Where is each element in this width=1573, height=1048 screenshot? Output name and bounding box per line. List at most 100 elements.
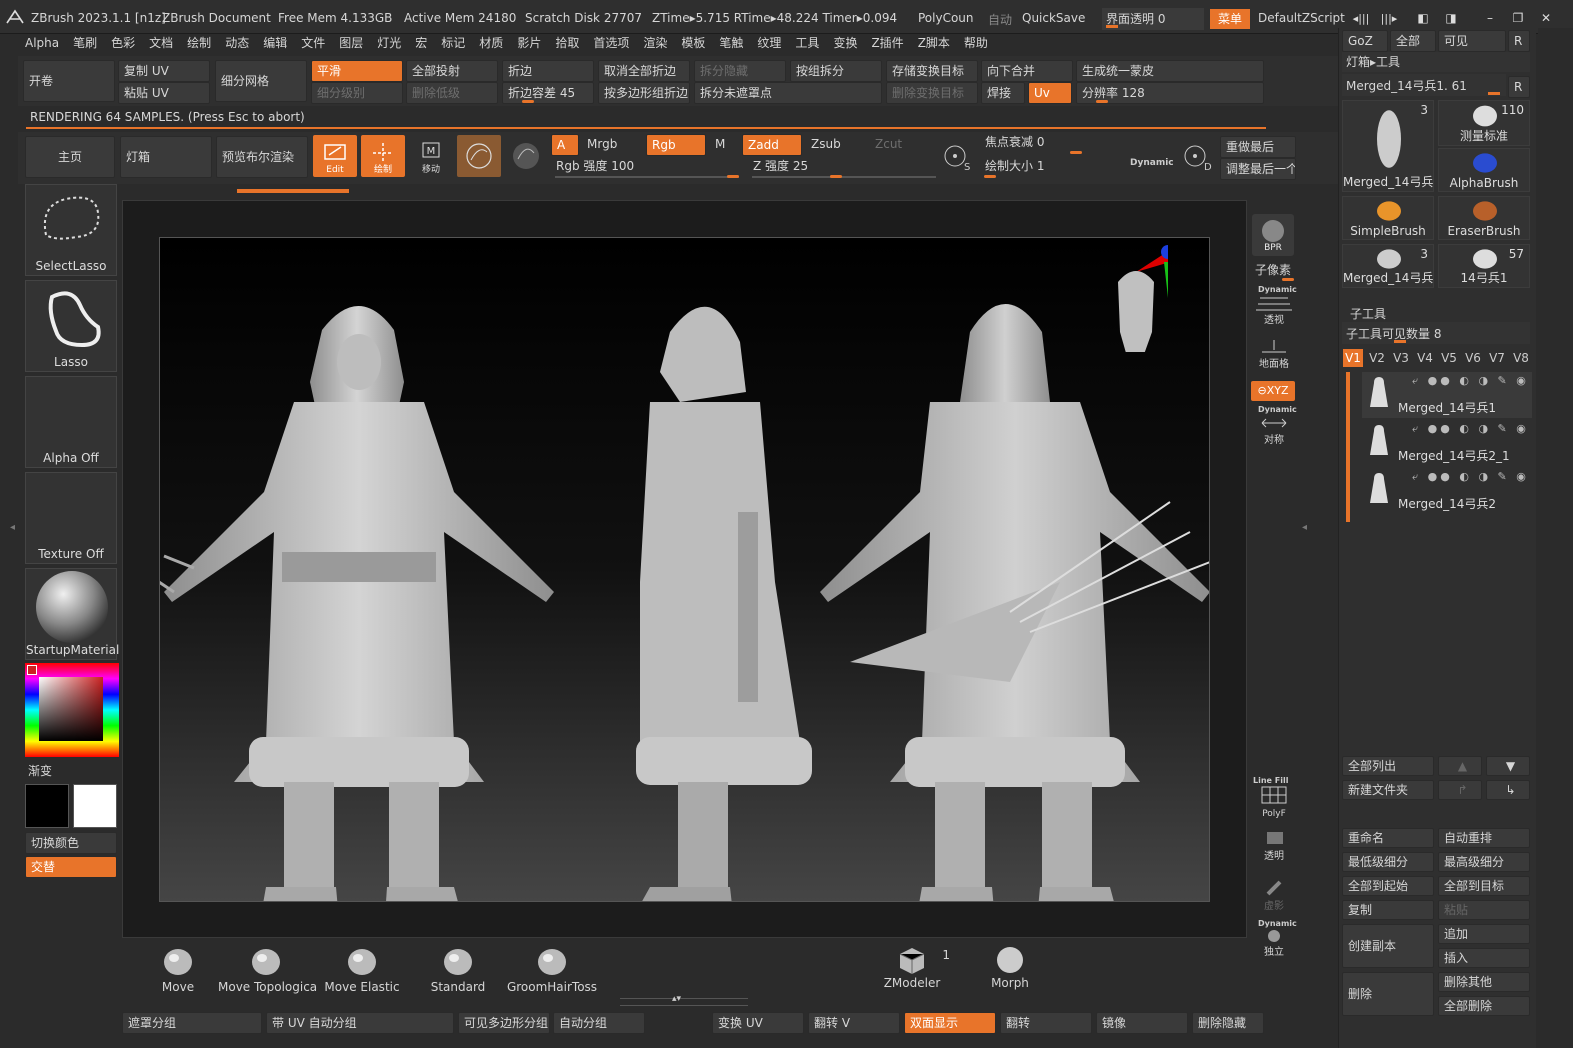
quicksave-button[interactable]: QuickSave <box>1022 11 1085 25</box>
subtool-row[interactable]: ⤶ ●● ◐ ◑ ✎ ◉ Merged_14弓兵1 <box>1362 372 1532 418</box>
solo-button[interactable]: 独立 <box>1254 928 1294 958</box>
bottom-brush-1[interactable]: Move Topologica <box>218 944 317 994</box>
paste-uv-button[interactable]: 粘贴 UV <box>118 82 210 104</box>
zadd-toggle[interactable]: Zadd <box>742 134 802 156</box>
draw-mode-button[interactable]: 绘制 <box>361 135 405 177</box>
subtool-version-tab[interactable]: V5 <box>1439 349 1459 367</box>
symmetry-button[interactable]: 对称 <box>1254 414 1294 446</box>
menu-item[interactable]: 图层 <box>332 32 370 54</box>
navigation-head-gizmo[interactable] <box>1108 242 1168 352</box>
a-toggle[interactable]: A <box>551 134 579 156</box>
move-up-button[interactable]: ▲ <box>1438 756 1482 776</box>
delete-hidden-button[interactable]: 删除隐藏 <box>1192 1012 1264 1034</box>
mask-group-button[interactable]: 遮罩分组 <box>122 1012 262 1034</box>
menu-item[interactable]: 纹理 <box>750 32 788 54</box>
subtool-controls-icon[interactable]: ⤶ ●● ◐ ◑ ✎ ◉ <box>1412 374 1529 388</box>
lightbox-tool-header[interactable]: 灯箱▸工具 <box>1342 52 1530 72</box>
unified-skin-button[interactable]: 生成统一蒙皮 <box>1076 60 1264 82</box>
polygroup-crease-button[interactable]: 按多边形组折边 <box>598 82 690 104</box>
new-folder-button[interactable]: 新建文件夹 <box>1342 780 1434 800</box>
subtool-version-tab[interactable]: V8 <box>1511 349 1531 367</box>
subdiv-level-slider[interactable]: 细分级别 <box>311 82 403 104</box>
menu-item[interactable]: 拾取 <box>548 32 586 54</box>
highest-res-button[interactable]: 最高级细分 <box>1438 852 1530 872</box>
menu-item[interactable]: 首选项 <box>586 32 636 54</box>
mirror-button[interactable]: 镜像 <box>1096 1012 1188 1034</box>
merge-down-button[interactable]: 向下合并 <box>981 60 1073 82</box>
menu-item[interactable]: 材质 <box>472 32 510 54</box>
subtool-scrollbar[interactable] <box>1346 372 1350 522</box>
rgb-toggle[interactable]: Rgb <box>646 134 706 156</box>
z-intensity-slider[interactable]: Z 强度 25 <box>748 156 938 176</box>
subtool-version-tab[interactable]: V6 <box>1463 349 1483 367</box>
arrow-right-button[interactable]: ↳ <box>1486 780 1530 800</box>
menu-item[interactable]: 工具 <box>788 32 826 54</box>
material-sphere-button[interactable] <box>457 135 501 177</box>
menu-item[interactable]: 文件 <box>294 32 332 54</box>
bottom-brush-4[interactable]: GroomHairToss <box>504 944 600 994</box>
goz-visible-button[interactable]: 可见 <box>1438 30 1506 52</box>
menu-item[interactable]: 标记 <box>434 32 472 54</box>
persp-dynamic-label[interactable]: Dynamic <box>1258 285 1297 294</box>
copy-uv-button[interactable]: 复制 UV <box>118 60 210 82</box>
menu-item[interactable]: 帮助 <box>957 32 995 54</box>
subtool-controls-icon[interactable]: ⤶ ●● ◐ ◑ ✎ ◉ <box>1412 470 1529 484</box>
zcut-toggle[interactable]: Zcut <box>870 134 907 154</box>
crease-button[interactable]: 折边 <box>502 60 594 82</box>
bottom-brush-3[interactable]: Standard <box>410 944 506 994</box>
split-unmasked-button[interactable]: 拆分未遮罩点 <box>694 82 882 104</box>
subtool-version-tab[interactable]: V4 <box>1415 349 1435 367</box>
subtool-version-tab[interactable]: V1 <box>1343 349 1363 367</box>
menu-item[interactable]: 影片 <box>510 32 548 54</box>
delete-lower-button[interactable]: 删除低级 <box>406 82 498 104</box>
m-toggle[interactable]: M <box>710 134 730 154</box>
tool-thumb-4[interactable]: EraserBrush <box>1438 196 1530 240</box>
menu-item[interactable]: 灯光 <box>370 32 408 54</box>
menu-item[interactable]: 动态 <box>218 32 256 54</box>
current-tool-r-button[interactable]: R <box>1508 76 1530 98</box>
lowest-res-button[interactable]: 最低级细分 <box>1342 852 1434 872</box>
zsub-toggle[interactable]: Zsub <box>806 134 846 154</box>
document-viewport[interactable] <box>159 237 1210 902</box>
flip-v-button[interactable]: 翻转 V <box>808 1012 900 1034</box>
menu-item[interactable]: 宏 <box>408 32 434 54</box>
perspective-button[interactable]: 透视 <box>1254 294 1294 326</box>
close-icon[interactable]: ✕ <box>1538 10 1554 26</box>
lasso-stroke[interactable]: Lasso <box>25 280 117 372</box>
move-mode-button[interactable]: M 移动 <box>409 135 453 177</box>
menu-item[interactable]: Z插件 <box>864 32 910 54</box>
open-button[interactable]: 开卷 <box>23 60 115 102</box>
tool-thumb-1[interactable]: 110 测量标准 <box>1438 100 1530 146</box>
menu-item[interactable]: 笔触 <box>712 32 750 54</box>
list-all-button[interactable]: 全部列出 <box>1342 756 1434 776</box>
append-button[interactable]: 追加 <box>1438 924 1530 944</box>
mrgb-toggle[interactable]: Mrgb <box>582 134 622 154</box>
create-instance-button[interactable]: 创建副本 <box>1342 924 1434 968</box>
menu-toggle-button[interactable]: 菜单 <box>1210 9 1250 29</box>
arrow-left-button[interactable]: ↱ <box>1438 780 1482 800</box>
bpr-button[interactable]: BPR <box>1252 214 1294 256</box>
subtool-version-tab[interactable]: V2 <box>1367 349 1387 367</box>
adjust-last-button[interactable]: 调整最后一个 <box>1220 158 1296 180</box>
subtool-row[interactable]: ⤶ ●● ◐ ◑ ✎ ◉ Merged_14弓兵2_1 <box>1362 420 1532 466</box>
draw-size-dynamic[interactable]: Dynamic <box>1130 158 1174 168</box>
switch-color-button[interactable]: 切换颜色 <box>25 832 117 854</box>
lazy-mouse-icon[interactable]: S <box>940 140 974 174</box>
texture-slot[interactable]: Texture Off <box>25 472 117 564</box>
delete-other-button[interactable]: 删除其他 <box>1438 972 1530 992</box>
subtool-controls-icon[interactable]: ⤶ ●● ◐ ◑ ✎ ◉ <box>1412 422 1529 436</box>
far-right-scroll[interactable] <box>1538 28 1573 1048</box>
auto-group-button[interactable]: 自动分组 <box>553 1012 645 1034</box>
transform-uv-button[interactable]: 变换 UV <box>712 1012 804 1034</box>
alpha-slot[interactable]: Alpha Off <box>25 376 117 468</box>
uncrease-all-button[interactable]: 取消全部折边 <box>598 60 690 82</box>
menu-item[interactable]: 编辑 <box>256 32 294 54</box>
bottom-brush-2[interactable]: Move Elastic <box>314 944 410 994</box>
right-collapse-icon[interactable]: ◂ <box>1302 522 1310 542</box>
subpixel-label[interactable]: 子像素 <box>1255 261 1291 278</box>
xyz-symmetry-toggle[interactable]: ⊖XYZ <box>1251 381 1295 401</box>
bpr-preview-button[interactable]: 预览布尔渲染 <box>216 136 308 178</box>
solo-dynamic-label[interactable]: Dynamic <box>1258 919 1297 928</box>
menu-item[interactable]: 色彩 <box>104 32 142 54</box>
transparency-button[interactable]: 透明 <box>1254 828 1294 862</box>
